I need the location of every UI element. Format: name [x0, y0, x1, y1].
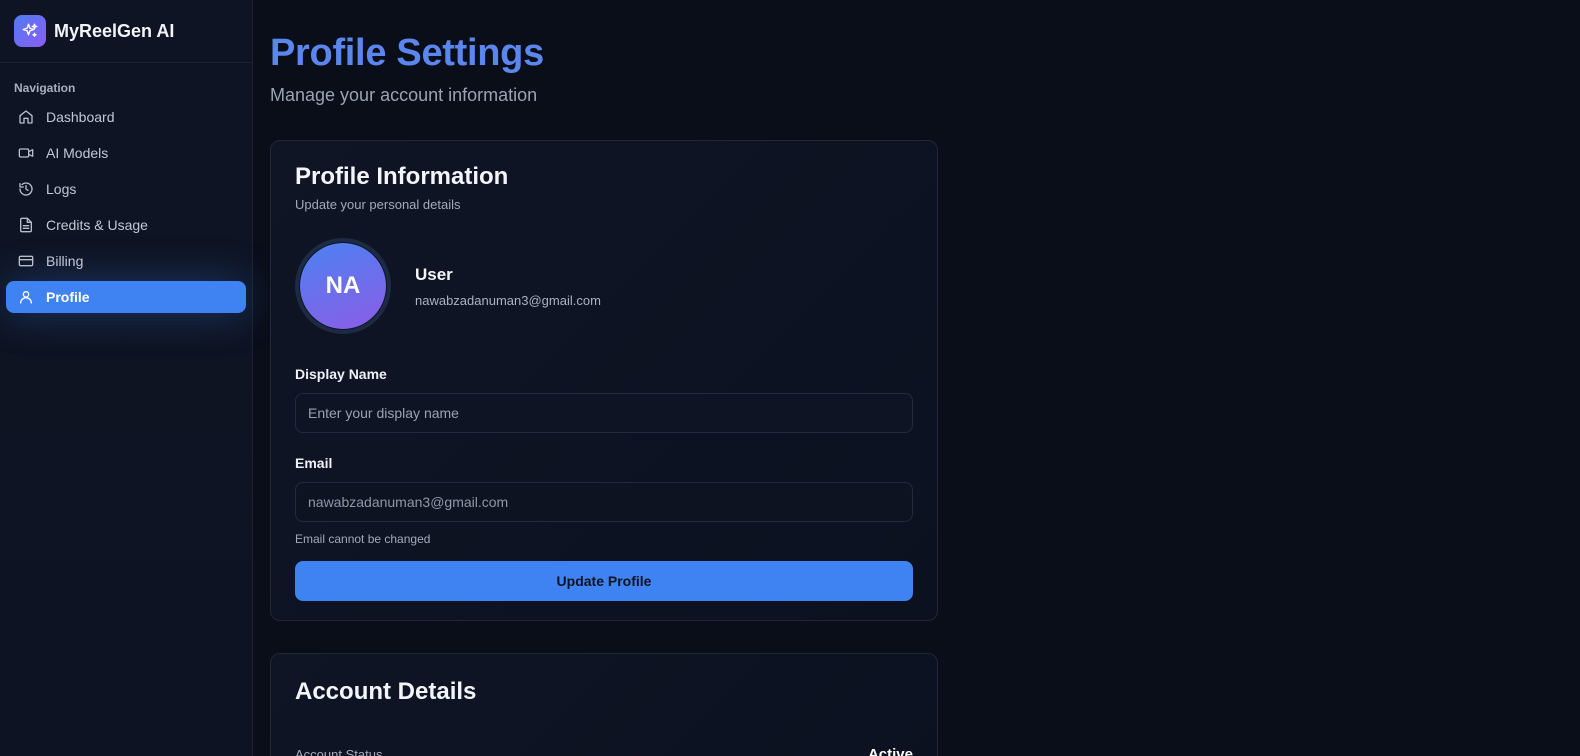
nav-heading: Navigation: [14, 81, 76, 95]
app-root: MyReelGen AI Navigation Dashboard AI Mod…: [0, 0, 1580, 756]
display-name-label: Display Name: [295, 366, 387, 382]
sidebar-nav: Dashboard AI Models Logs Credits & Usage…: [0, 101, 252, 313]
main-content: Profile Settings Manage your account inf…: [253, 0, 1580, 756]
display-name-input[interactable]: [295, 393, 913, 433]
email-field: [295, 482, 913, 522]
brand[interactable]: MyReelGen AI: [0, 0, 252, 63]
page-subtitle: Manage your account information: [270, 85, 538, 105]
home-icon: [18, 109, 34, 125]
sidebar-item-label: AI Models: [46, 145, 109, 161]
document-icon: [18, 217, 34, 233]
credit-card-icon: [18, 253, 34, 269]
profile-email: nawabzadanuman3@gmail.com: [415, 292, 601, 308]
profile-information-card: Profile Information Update your personal…: [270, 140, 938, 621]
account-details-card: Account Details Account Status Active: [270, 653, 938, 756]
profile-meta: User nawabzadanuman3@gmail.com: [415, 265, 601, 308]
video-camera-icon: [18, 145, 34, 161]
sidebar-item-billing[interactable]: Billing: [6, 245, 246, 277]
account-status-row: Account Status Active: [295, 746, 913, 756]
sidebar-item-label: Profile: [46, 289, 90, 305]
sparkles-icon: [14, 15, 46, 47]
card-title: Profile Information: [295, 163, 509, 190]
sidebar-item-profile[interactable]: Profile: [6, 281, 246, 313]
update-profile-button[interactable]: Update Profile: [295, 561, 913, 601]
brand-name: MyReelGen AI: [54, 20, 175, 41]
sidebar-item-label: Credits & Usage: [46, 217, 148, 233]
sidebar-item-credits-usage[interactable]: Credits & Usage: [6, 209, 246, 241]
sidebar-item-ai-models[interactable]: AI Models: [6, 137, 246, 169]
sidebar-item-label: Dashboard: [46, 109, 115, 125]
profile-name: User: [415, 264, 453, 284]
page-title: Profile Settings: [270, 32, 544, 74]
account-status-label: Account Status: [295, 747, 383, 756]
avatar-initials: NA: [300, 243, 386, 329]
card-subtitle: Update your personal details: [295, 197, 461, 212]
history-icon: [18, 181, 34, 197]
sidebar-item-logs[interactable]: Logs: [6, 173, 246, 205]
sidebar-item-label: Logs: [46, 181, 77, 197]
avatar: NA: [295, 238, 391, 334]
card-title: Account Details: [295, 678, 477, 705]
sidebar-item-label: Billing: [46, 253, 84, 269]
account-status-value: Active: [867, 746, 913, 756]
sidebar: MyReelGen AI Navigation Dashboard AI Mod…: [0, 0, 253, 756]
email-hint: Email cannot be changed: [295, 532, 431, 546]
sidebar-item-dashboard[interactable]: Dashboard: [6, 101, 246, 133]
profile-summary: NA User nawabzadanuman3@gmail.com: [295, 238, 913, 334]
user-icon: [18, 289, 34, 305]
email-label: Email: [295, 455, 333, 471]
